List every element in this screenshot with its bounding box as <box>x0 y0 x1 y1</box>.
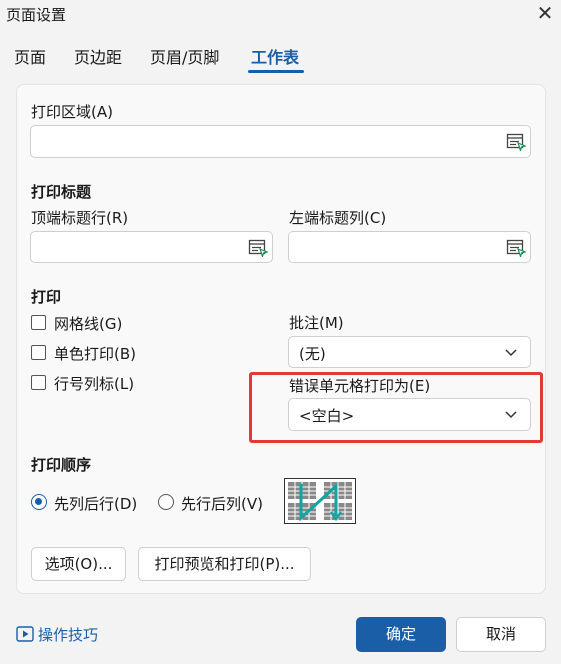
page-order-preview-icon <box>284 478 356 524</box>
row-col-headers-checkbox[interactable] <box>31 375 46 390</box>
row-col-headers-label[interactable]: 行号列标(L) <box>54 373 134 394</box>
highlight-box <box>249 372 543 443</box>
tab-page[interactable]: 页面 <box>14 44 46 68</box>
over-then-down-label[interactable]: 先行后列(V) <box>181 493 263 514</box>
mono-print-checkbox[interactable] <box>31 345 46 360</box>
range-select-icon[interactable] <box>248 239 268 257</box>
tips-link[interactable]: 操作技巧 <box>38 624 98 645</box>
tab-margins[interactable]: 页边距 <box>74 44 122 68</box>
down-then-over-label[interactable]: 先列后行(D) <box>54 493 137 514</box>
close-icon[interactable]: ✕ <box>534 2 556 26</box>
comments-value: (无) <box>299 345 326 363</box>
down-then-over-radio[interactable] <box>31 494 47 510</box>
options-button[interactable]: 选项(O)... <box>31 547 126 581</box>
active-tab-indicator <box>248 70 304 73</box>
cancel-button[interactable]: 取消 <box>456 617 546 652</box>
mono-print-label[interactable]: 单色打印(B) <box>54 343 136 364</box>
top-rows-input[interactable] <box>30 231 273 263</box>
gridlines-label[interactable]: 网格线(G) <box>54 313 122 334</box>
tab-sheet[interactable]: 工作表 <box>251 44 299 68</box>
print-titles-heading: 打印标题 <box>31 183 92 201</box>
play-video-icon[interactable] <box>16 626 34 642</box>
tab-header-footer[interactable]: 页眉/页脚 <box>150 44 219 68</box>
range-select-icon[interactable] <box>506 239 526 257</box>
ok-button[interactable]: 确定 <box>356 617 446 652</box>
print-heading: 打印 <box>31 288 62 306</box>
over-then-down-radio[interactable] <box>158 494 174 510</box>
print-order-heading: 打印顺序 <box>31 456 92 474</box>
comments-select[interactable]: (无) <box>288 336 531 368</box>
print-area-label: 打印区域(A) <box>31 103 113 121</box>
print-area-input[interactable] <box>30 125 531 158</box>
top-rows-label: 顶端标题行(R) <box>31 209 129 227</box>
gridlines-checkbox[interactable] <box>31 315 46 330</box>
range-select-icon[interactable] <box>506 133 526 151</box>
chevron-down-icon <box>505 349 517 357</box>
dialog-title: 页面设置 <box>6 6 67 24</box>
left-cols-input[interactable] <box>288 231 531 263</box>
comments-label: 批注(M) <box>289 314 344 332</box>
print-preview-button[interactable]: 打印预览和打印(P)... <box>138 547 311 581</box>
left-cols-label: 左端标题列(C) <box>289 209 387 227</box>
